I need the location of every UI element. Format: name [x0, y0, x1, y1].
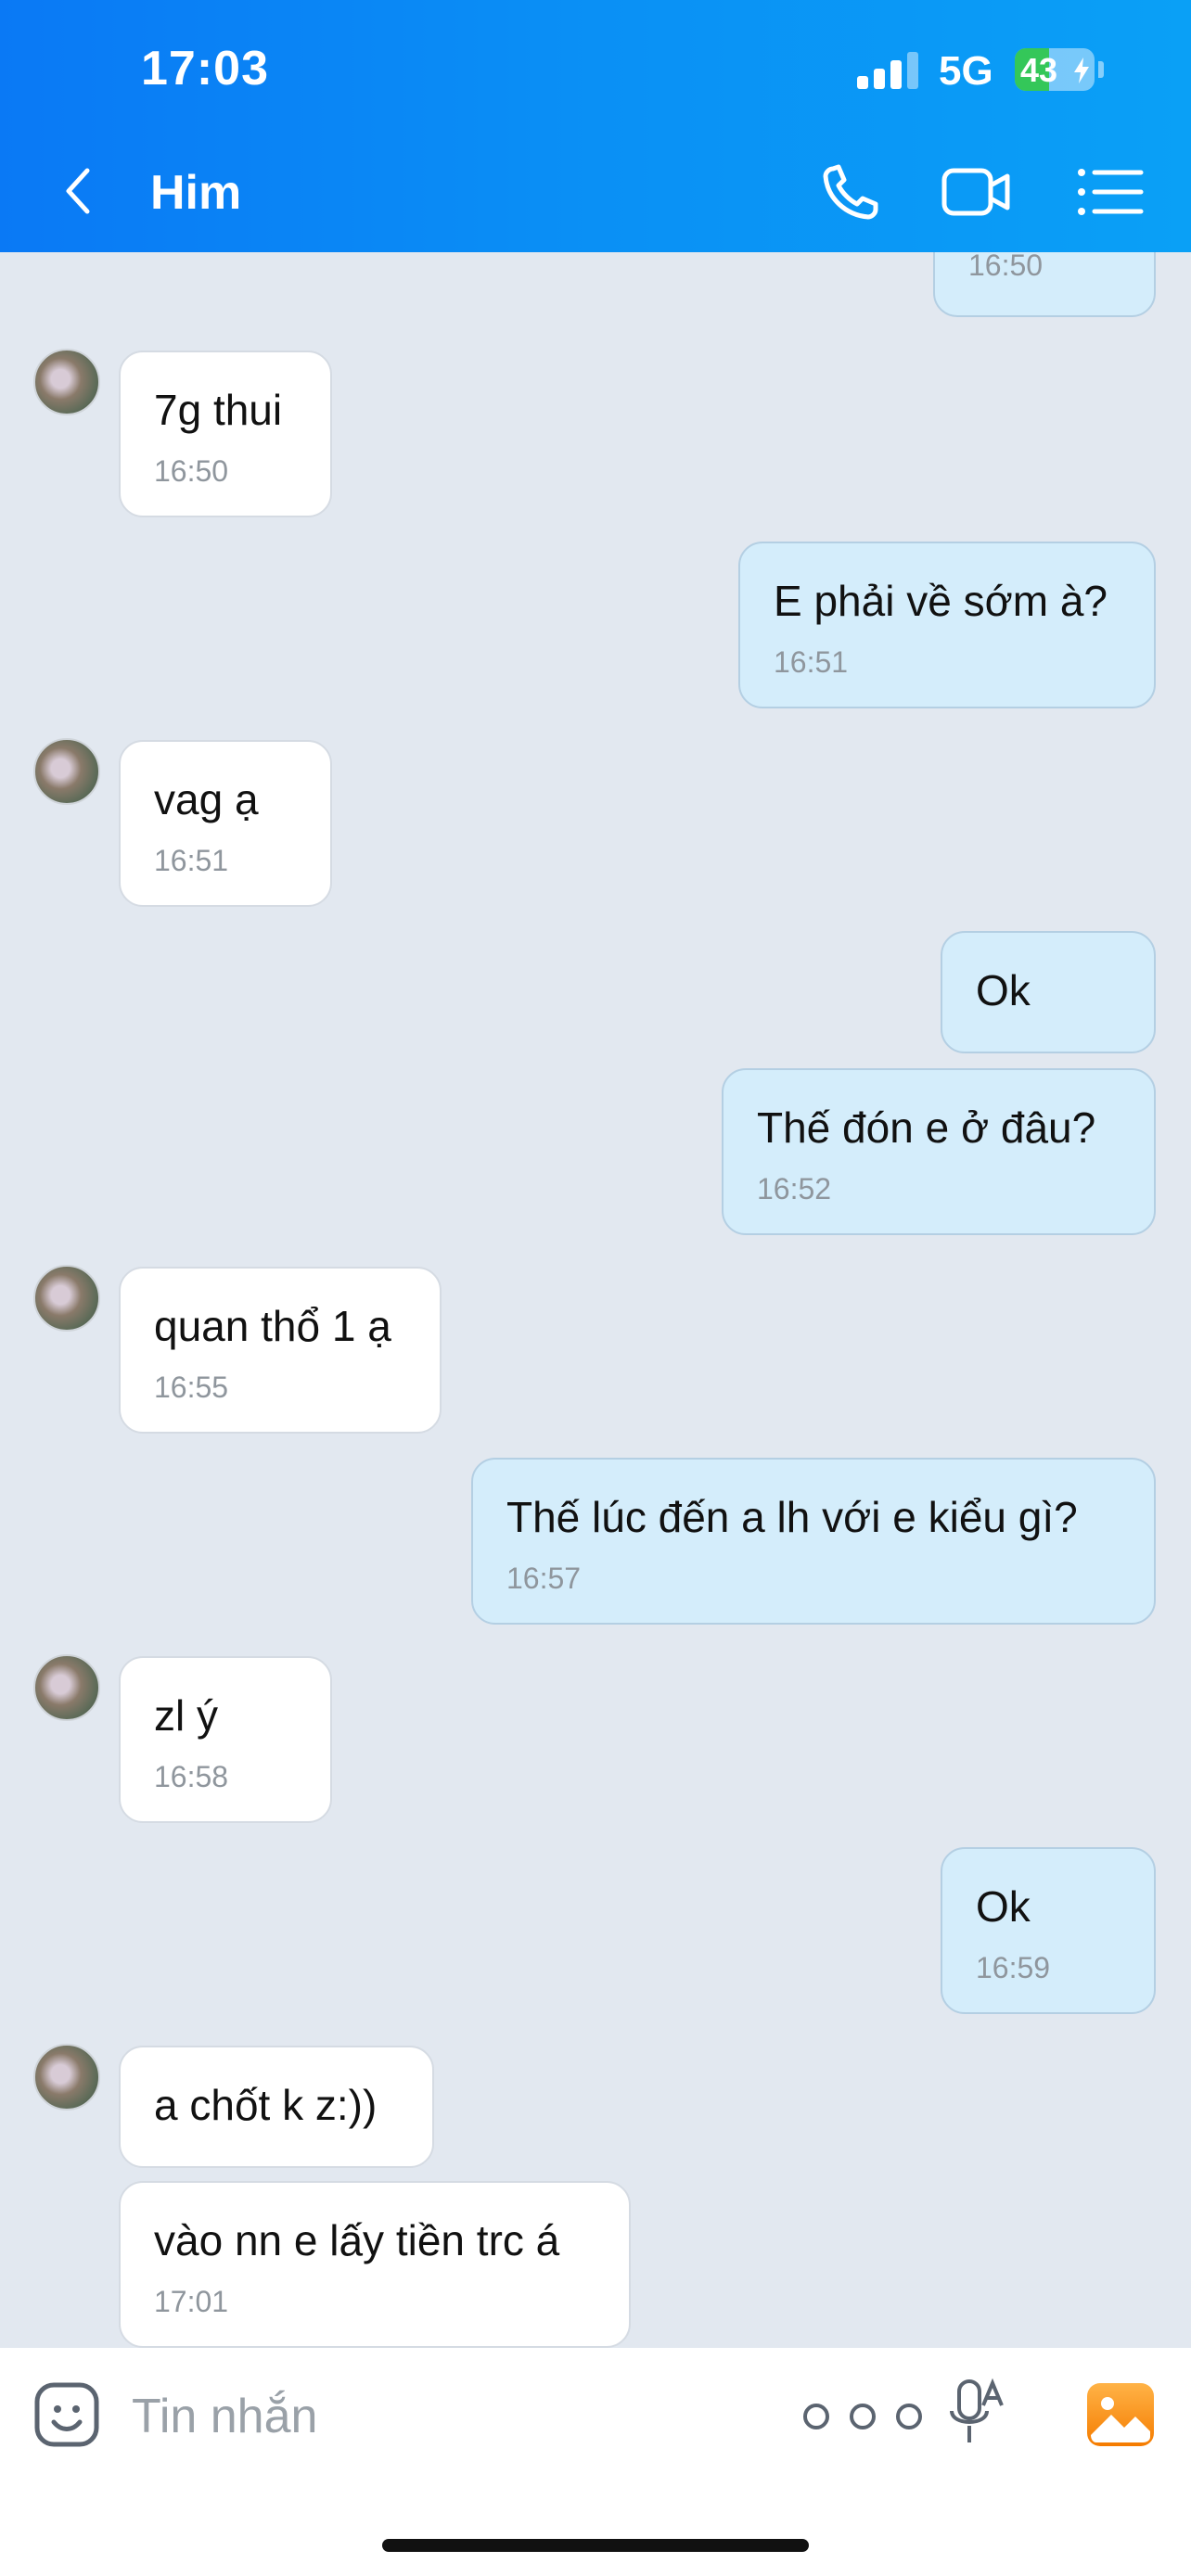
- contact-name[interactable]: Him: [150, 165, 241, 221]
- home-indicator[interactable]: [382, 2539, 809, 2552]
- message-text: zl ý: [154, 1691, 218, 1740]
- more-options-icon[interactable]: [800, 2400, 926, 2433]
- message-text: vào nn e lấy tiền trc á: [154, 2216, 560, 2264]
- message-text: vag ạ: [154, 775, 259, 823]
- avatar[interactable]: [33, 1654, 100, 1721]
- message-text: Ok: [976, 1882, 1031, 1931]
- avatar[interactable]: [33, 349, 100, 415]
- signal-icon: [857, 52, 918, 89]
- message-list[interactable]: 16:50 7g thui 16:50 E phải về sớm à? 16:…: [0, 252, 1191, 2348]
- message-bubble-outgoing[interactable]: 16:50: [933, 252, 1156, 317]
- message-bubble-incoming[interactable]: vag ạ 16:51: [119, 740, 332, 907]
- avatar[interactable]: [33, 738, 100, 805]
- message-time: 16:51: [774, 645, 849, 679]
- network-type: 5G: [939, 48, 993, 94]
- message-text: Thế đón e ở đâu?: [757, 1103, 1096, 1152]
- message-bubble-incoming[interactable]: quan thổ 1 ạ 16:55: [119, 1267, 442, 1434]
- message-text: 7g thui: [154, 386, 283, 434]
- message-bubble-outgoing[interactable]: Ok 16:59: [941, 1847, 1156, 2014]
- chat-header: 17:03 5G 43 Him: [0, 0, 1191, 252]
- avatar[interactable]: [33, 2044, 100, 2111]
- message-bubble-outgoing[interactable]: Ok: [941, 931, 1156, 1053]
- battery-icon: 43: [1015, 48, 1095, 91]
- message-bubble-incoming[interactable]: 7g thui 16:50: [119, 351, 332, 517]
- message-text: quan thổ 1 ạ: [154, 1302, 391, 1350]
- message-input[interactable]: Tin nhắn: [132, 2389, 317, 2444]
- message-bubble-incoming[interactable]: zl ý 16:58: [119, 1656, 332, 1823]
- message-text: a chốt k z:)): [154, 2081, 378, 2129]
- message-text: Thế lúc đến a lh với e kiểu gì?: [506, 1493, 1078, 1541]
- chevron-left-icon[interactable]: [52, 163, 108, 219]
- message-time: 16:57: [506, 1562, 582, 1595]
- message-text: E phải về sớm à?: [774, 577, 1108, 625]
- message-time: 16:58: [154, 1760, 229, 1793]
- message-bubble-incoming[interactable]: vào nn e lấy tiền trc á 17:01: [119, 2181, 631, 2348]
- voice-to-text-icon[interactable]: [946, 2378, 1005, 2452]
- message-time: 17:01: [154, 2285, 229, 2318]
- message-bubble-outgoing[interactable]: E phải về sớm à? 16:51: [738, 542, 1156, 708]
- message-bubble-incoming[interactable]: a chốt k z:)): [119, 2046, 434, 2168]
- message-time: 16:50: [968, 252, 1044, 282]
- message-bubble-outgoing[interactable]: Thế đón e ở đâu? 16:52: [722, 1068, 1156, 1235]
- status-time: 17:03: [141, 42, 269, 96]
- charging-bolt-icon: [1074, 57, 1089, 83]
- message-time: 16:51: [154, 844, 229, 877]
- sticker-icon[interactable]: [33, 2381, 100, 2448]
- message-time: 16:50: [154, 454, 229, 488]
- video-call-icon[interactable]: [939, 159, 1013, 224]
- message-text: Ok: [976, 966, 1031, 1014]
- avatar[interactable]: [33, 1265, 100, 1332]
- gallery-icon[interactable]: [1085, 2381, 1156, 2448]
- battery-nub: [1098, 61, 1104, 78]
- battery-percent: 43: [1020, 51, 1058, 89]
- message-time: 16:59: [976, 1951, 1051, 1984]
- message-bubble-outgoing[interactable]: Thế lúc đến a lh với e kiểu gì? 16:57: [471, 1458, 1156, 1625]
- phone-icon[interactable]: [816, 159, 890, 224]
- list-icon[interactable]: [1072, 159, 1146, 224]
- message-time: 16:55: [154, 1371, 229, 1404]
- message-time: 16:52: [757, 1172, 832, 1205]
